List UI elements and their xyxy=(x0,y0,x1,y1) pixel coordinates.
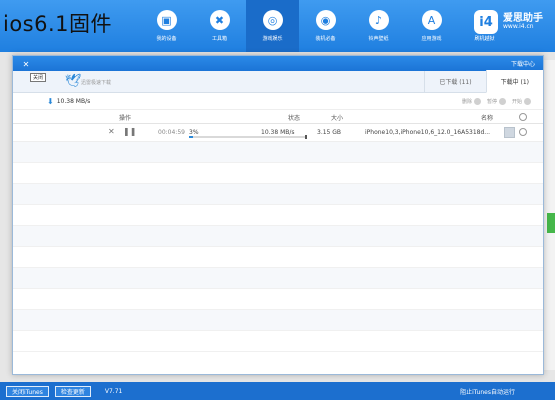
nav-item-5[interactable]: A 应用游戏 xyxy=(405,0,458,52)
nav-label: 刷机越狱 xyxy=(474,36,495,42)
row-radio[interactable] xyxy=(519,128,527,136)
table-header: 操作 状态 大小 名称 xyxy=(13,110,543,124)
download-speed-icon: ⬇ xyxy=(47,96,54,106)
nav-label: 工具箱 xyxy=(211,36,227,42)
progress-percent: 3% xyxy=(189,129,199,136)
empty-list-area xyxy=(13,142,543,352)
progress-bar xyxy=(189,135,307,139)
nav-item-4[interactable]: ♪ 铃声壁纸 xyxy=(352,0,405,52)
delete-button[interactable]: 删除 xyxy=(462,97,481,105)
col-action: 操作 xyxy=(119,115,132,122)
window-titlebar[interactable]: ✕ 下载中心 xyxy=(13,56,543,71)
brand: i4 爱思助手 www.i4.cn xyxy=(474,10,543,34)
bell-icon: ♪ xyxy=(368,10,389,30)
tab-downloading[interactable]: 下载中 (1) xyxy=(485,70,543,93)
main-nav: ▣我的设备✖工具箱◎游戏娱乐◉装机必备♪铃声壁纸A应用游戏☝刷机越狱 xyxy=(140,0,511,52)
file-name: iPhone10,3,iPhone10,6_12.0_16A5318d... xyxy=(365,129,491,136)
tab-downloaded[interactable]: 已下载 (11) xyxy=(424,70,485,93)
download-icon: ◉ xyxy=(315,10,336,30)
device-icon: ▣ xyxy=(156,10,177,30)
nav-label: 铃声壁纸 xyxy=(368,36,389,42)
nav-label: 装机必备 xyxy=(315,36,336,42)
col-name: 名称 xyxy=(481,115,494,122)
nav-item-2[interactable]: ◎ 游戏娱乐 xyxy=(246,0,299,52)
green-indicator xyxy=(547,213,555,233)
file-size: 3.15 GB xyxy=(317,129,342,136)
close-icon[interactable]: ✕ xyxy=(21,59,31,69)
download-tabs: 🕊 迅雷极速下载 已下载 (11) 下载中 (1) xyxy=(13,70,543,93)
nav-item-3[interactable]: ◉ 装机必备 xyxy=(299,0,352,52)
pause-icon xyxy=(498,97,506,105)
window-title: 下载中心 xyxy=(510,61,535,68)
toolbar: ⬇ 10.38 MB/s 删除 暂停 开始 xyxy=(13,93,543,110)
nav-label: 游戏娱乐 xyxy=(262,36,283,42)
game-icon: ◎ xyxy=(262,10,283,30)
nav-item-0[interactable]: ▣ 我的设备 xyxy=(140,0,193,52)
download-center-window: ✕ 下载中心 关闭 🕊 迅雷极速下载 已下载 (11) 下载中 (1) ⬇ 10… xyxy=(12,55,544,375)
brand-logo: i4 xyxy=(474,10,498,34)
version-label: V7.71 xyxy=(104,387,123,395)
pause-icon[interactable]: ❚❚ xyxy=(123,127,136,136)
brand-url: www.i4.cn xyxy=(503,23,534,31)
close-tooltip: 关闭 xyxy=(30,73,47,82)
delete-icon xyxy=(473,97,481,105)
overlay-title: ios6.1固件 xyxy=(3,12,113,36)
select-all-radio[interactable] xyxy=(519,113,527,121)
tools-icon: ✖ xyxy=(209,10,230,30)
app-icon: A xyxy=(421,10,442,30)
status-bar: 关闭iTunes 检查更新 V7.71 阻止iTunes自动运行 xyxy=(0,382,555,400)
table-row[interactable]: ✕ ❚❚ 00:04:59 3% 10.38 MB/s 3.15 GB iPho… xyxy=(13,124,543,142)
check-update-button[interactable]: 检查更新 xyxy=(54,385,91,397)
close-icon[interactable]: ✕ xyxy=(108,127,115,136)
nav-label: 我的设备 xyxy=(156,36,177,42)
start-icon xyxy=(524,97,531,105)
nav-item-1[interactable]: ✖ 工具箱 xyxy=(193,0,246,52)
close-itunes-button[interactable]: 关闭iTunes xyxy=(6,385,49,397)
bird-icon: 🕊 xyxy=(65,74,82,89)
time-remaining: 00:04:59 xyxy=(158,129,185,136)
block-itunes-toggle[interactable]: 阻止iTunes自动运行 xyxy=(460,387,515,396)
start-button[interactable]: 开始 xyxy=(512,97,531,105)
col-size: 大小 xyxy=(331,115,344,122)
speedup-hint[interactable]: 迅雷极速下载 xyxy=(81,79,111,86)
row-speed: 10.38 MB/s xyxy=(261,129,295,136)
total-speed: 10.38 MB/s xyxy=(56,97,91,105)
nav-label: 应用游戏 xyxy=(421,36,442,42)
pause-button[interactable]: 暂停 xyxy=(487,97,506,105)
col-status: 状态 xyxy=(288,115,301,122)
file-icon xyxy=(504,127,515,138)
